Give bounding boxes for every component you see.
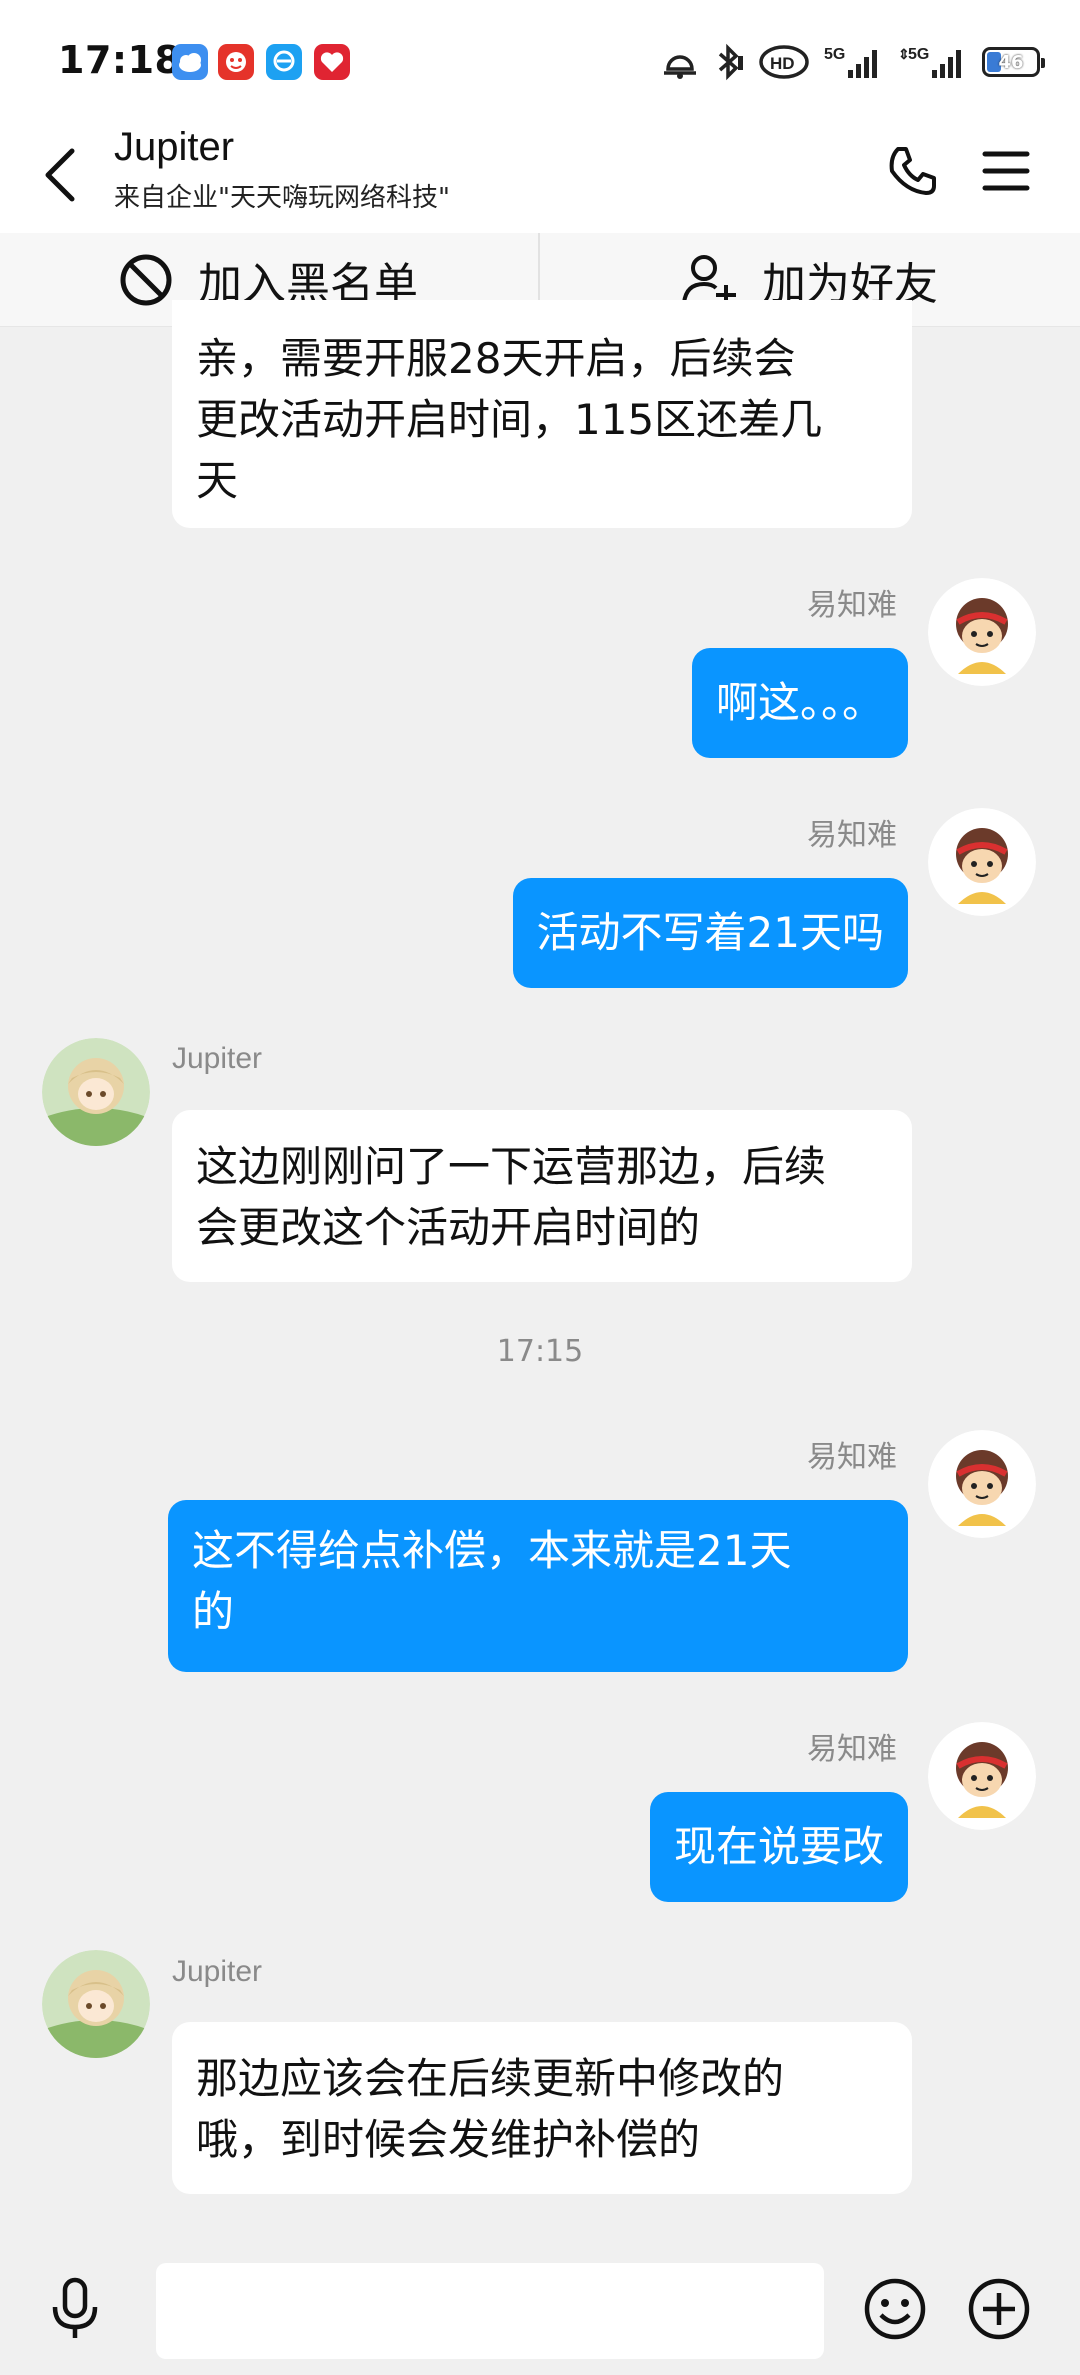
avatar[interactable]: [42, 1950, 150, 2058]
status-time: 17:18: [58, 38, 182, 82]
contact-company: 来自企业"天天嗨玩网络科技": [114, 183, 450, 213]
message-line: 哦，到时候会发维护补偿的: [196, 2115, 701, 2164]
message-line: 现在说要改: [673, 1822, 884, 1871]
plus-circle-icon: [968, 2278, 1030, 2340]
avatar[interactable]: [928, 808, 1036, 916]
message-bubble[interactable]: 啊这。。。: [691, 648, 908, 758]
phone-icon: [889, 147, 936, 195]
microphone-icon: [52, 2277, 98, 2338]
message-line: 的: [192, 1587, 235, 1636]
battery-level: 46: [998, 51, 1024, 73]
heart-app-icon: [314, 44, 350, 80]
message-line: 那边应该会在后续更新中修改的: [196, 2054, 785, 2103]
emoji-icon: [864, 2278, 926, 2340]
browser-app-icon: [266, 44, 302, 80]
message-bubble[interactable]: 这边刚刚问了一下运营那边，后续 会更改这个活动开启时间的: [172, 1110, 912, 1282]
message-bubble[interactable]: 那边应该会在后续更新中修改的 哦，到时候会发维护补偿的: [172, 2022, 912, 2194]
message-bubble[interactable]: 亲，需要开服28天开启，后续会 更改活动开启时间，115区还差几 天: [172, 300, 912, 528]
block-icon: [120, 254, 172, 306]
status-icons: HD 5G ⇕ 5G 46: [660, 40, 1045, 84]
bluetooth-icon: [714, 42, 744, 82]
avatar[interactable]: [928, 1430, 1036, 1538]
timestamp: 17:15: [496, 1334, 584, 1369]
back-button[interactable]: [30, 135, 90, 215]
avatar[interactable]: [928, 578, 1036, 686]
emoji-button[interactable]: [860, 2273, 930, 2345]
chevron-left-icon: [45, 148, 75, 202]
more-button[interactable]: [964, 2273, 1034, 2345]
status-bar: 17:18 HD 5G ⇕ 5G 46: [0, 0, 1080, 125]
input-bar: [0, 2235, 1080, 2375]
message-line: 活动不写着21天吗: [536, 908, 884, 957]
shopping-app-icon: [218, 44, 254, 80]
menu-button[interactable]: [974, 131, 1038, 211]
call-button[interactable]: [880, 131, 944, 211]
cartoon-avatar-icon: [928, 1722, 1036, 1830]
sender-name: 易知难: [807, 589, 897, 622]
message-bubble[interactable]: 活动不写着21天吗: [512, 878, 908, 988]
avatar[interactable]: [928, 1722, 1036, 1830]
signal-5g-icon: ⇕ 5G: [898, 42, 968, 82]
sender-name: Jupiter: [172, 1042, 263, 1075]
message-line: 亲，需要开服28天开启，后续会: [196, 334, 796, 383]
cartoon-avatar-icon: [928, 578, 1036, 686]
cartoon-avatar-icon: [928, 808, 1036, 916]
svg-text:5G: 5G: [824, 46, 845, 63]
message-input[interactable]: [156, 2263, 824, 2359]
signal-5g-icon: 5G: [824, 42, 884, 82]
weather-app-icon: [172, 44, 208, 80]
message-line: 会更改这个活动开启时间的: [196, 1203, 701, 1252]
contact-name: Jupiter: [114, 125, 235, 169]
svg-text:HD: HD: [770, 54, 795, 73]
avatar[interactable]: [42, 1038, 150, 1146]
hamburger-menu-icon: [982, 151, 1030, 191]
sender-name: 易知难: [807, 1441, 897, 1474]
message-line: 啊这。。。: [715, 678, 884, 727]
message-bubble[interactable]: 这不得给点补偿，本来就是21天 的: [168, 1500, 908, 1672]
anime-avatar-icon: [42, 1950, 150, 2058]
sender-name: 易知难: [807, 1733, 897, 1766]
hd-voice-icon: HD: [758, 42, 810, 82]
message-line: 更改活动开启时间，115区还差几: [196, 395, 823, 444]
chat-header: Jupiter 来自企业"天天嗨玩网络科技": [0, 125, 1080, 233]
cartoon-avatar-icon: [928, 1430, 1036, 1538]
message-line: 这边刚刚问了一下运营那边，后续: [196, 1142, 827, 1191]
sender-name: 易知难: [807, 819, 897, 852]
alarm-icon: [660, 42, 700, 82]
message-line: 天: [196, 456, 239, 505]
message-bubble[interactable]: 现在说要改: [649, 1792, 908, 1902]
battery-icon: 46: [982, 47, 1045, 77]
voice-button[interactable]: [40, 2273, 110, 2345]
message-line: 这不得给点补偿，本来就是21天: [192, 1526, 792, 1575]
sender-name: Jupiter: [172, 1955, 263, 1988]
anime-avatar-icon: [42, 1038, 150, 1146]
svg-text:5G: 5G: [908, 46, 929, 63]
